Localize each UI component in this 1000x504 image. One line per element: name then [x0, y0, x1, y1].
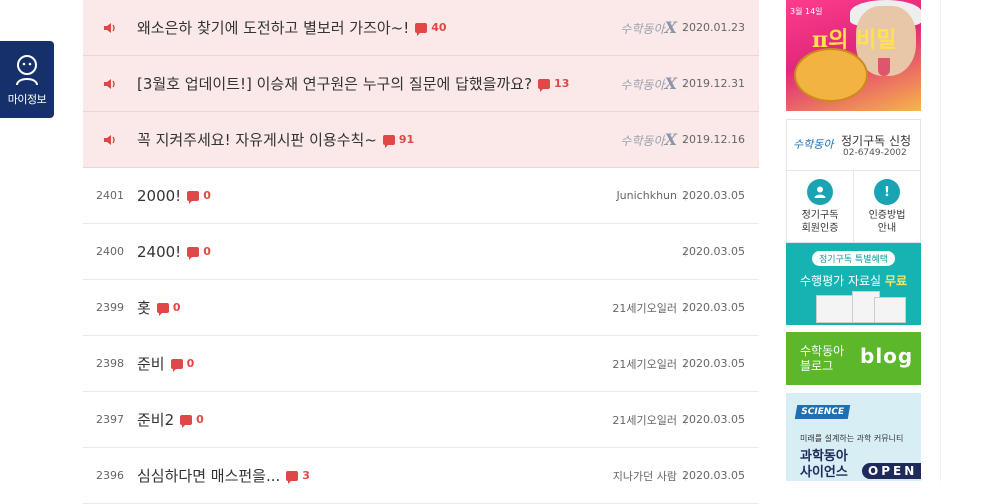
post-author: 21세기오일러 [612, 413, 677, 427]
magazine-logo: 수학동아X [620, 130, 677, 149]
comment-count: 0 [187, 245, 211, 260]
post-title[interactable]: 2000! [137, 187, 181, 205]
magazine-cover-banner[interactable]: 3월 14일 π의 비밀 [786, 0, 921, 111]
post-title[interactable]: 2400! [137, 243, 181, 261]
notice-row[interactable]: 왜소은하 찾기에 도전하고 별보러 가즈아~! 40 수학동아X 2020.01… [83, 0, 759, 56]
member-verify-button[interactable]: 정기구독 회원인증 [787, 171, 853, 243]
speaker-icon [83, 134, 137, 146]
cover-text: 3월 14일 [790, 7, 823, 16]
comment-icon [187, 190, 200, 204]
magazine-logo: 수학동아X [620, 18, 677, 37]
post-date: 2020.01.23 [682, 21, 745, 34]
comment-icon [180, 414, 193, 428]
speaker-icon [83, 22, 137, 34]
post-date: 2019.12.16 [682, 133, 745, 146]
magazine-logo: 수학동아X [620, 74, 677, 93]
notice-row[interactable]: 꼭 지켜주세요! 자유게시판 이용수칙~ 91 수학동아X 2019.12.16 [83, 112, 759, 168]
post-author: 지나가던 사람 [612, 469, 677, 483]
post-row[interactable]: 2397 준비2 0 21세기오일러 2020.03.05 [83, 392, 759, 448]
post-row[interactable]: 2396 심심하다면 매스펀을... 3 지나가던 사람 2020.03.05 [83, 448, 759, 504]
perk-title: 수행평가 자료실 무료 [799, 274, 907, 288]
post-date: 2020.03.05 [682, 245, 745, 258]
notice-title[interactable]: 왜소은하 찾기에 도전하고 별보러 가즈아~! [137, 17, 409, 38]
post-row[interactable]: 2401 2000! 0 Junichkhun 2020.03.05 [83, 168, 759, 224]
alert-icon: ! [874, 179, 900, 205]
post-row[interactable]: 2398 준비 0 21세기오일러 2020.03.05 [83, 336, 759, 392]
comment-count: 0 [156, 301, 180, 316]
post-number: 2397 [96, 413, 124, 426]
speaker-icon [83, 78, 137, 90]
post-number: 2400 [96, 245, 124, 258]
subscription-phone: 02-6749-2002 [843, 148, 907, 158]
post-title[interactable]: 준비 [137, 353, 165, 374]
comment-icon [156, 302, 169, 316]
open-label: OPEN [862, 463, 921, 479]
post-row[interactable]: 2400 2400! 0 2020.03.05 [83, 224, 759, 280]
comment-count: 91 [382, 133, 414, 148]
scrollbar-track [940, 0, 941, 481]
brand-logo: 수학동아 [793, 138, 834, 151]
comment-count: 0 [187, 189, 211, 204]
verify-guide-button[interactable]: ! 인증방법 안내 [853, 171, 920, 243]
board-list: 왜소은하 찾기에 도전하고 별보러 가즈아~! 40 수학동아X 2020.01… [83, 0, 759, 504]
comment-count: 40 [415, 21, 447, 36]
post-row[interactable]: 2399 홋 0 21세기오일러 2020.03.05 [83, 280, 759, 336]
pi-symbol: π의 비밀 [812, 27, 897, 53]
comment-icon [170, 358, 183, 372]
post-date: 2020.03.05 [682, 413, 745, 426]
post-author: Junichkhun [616, 189, 677, 202]
comment-count: 13 [538, 77, 569, 92]
my-info-button[interactable]: 마이정보 [0, 41, 54, 118]
user-icon [16, 55, 38, 86]
post-title[interactable]: 홋 [137, 297, 151, 318]
comment-count: 3 [286, 469, 310, 484]
subscription-box: 수학동아 정기구독 신청 02-6749-2002 정기구독 회원인증 ! 인증… [786, 119, 921, 243]
comment-count: 0 [170, 357, 194, 372]
comment-icon [415, 22, 428, 36]
blog-wordmark: blog [860, 344, 914, 368]
science-title-2: 사이언스 [800, 465, 848, 480]
comment-icon [538, 78, 551, 92]
comment-icon [286, 470, 299, 484]
perk-badge: 정기구독 특별혜택 [811, 251, 896, 266]
comment-icon [382, 134, 395, 148]
post-number: 2401 [96, 189, 124, 202]
notice-row[interactable]: [3월호 업데이트!] 이승재 연구원은 누구의 질문에 답했을까요? 13 수… [83, 56, 759, 112]
document-illustration [816, 291, 906, 323]
post-number: 2396 [96, 469, 124, 482]
post-date: 2020.03.05 [682, 189, 745, 202]
notice-title[interactable]: 꼭 지켜주세요! 자유게시판 이용수칙~ [137, 129, 377, 150]
post-number: 2398 [96, 357, 124, 370]
notice-title[interactable]: [3월호 업데이트!] 이승재 연구원은 누구의 질문에 답했을까요? [137, 73, 532, 94]
post-date: 2020.03.05 [682, 301, 745, 314]
science-subtitle: 미래를 설계하는 과학 커뮤니티 [800, 434, 904, 443]
science-community-banner[interactable]: SCIENCE 미래를 설계하는 과학 커뮤니티 과학동아 사이언스 OPEN [786, 393, 921, 481]
post-author: 21세기오일러 [612, 357, 677, 371]
post-date: 2020.03.05 [682, 357, 745, 370]
comment-count: 0 [180, 413, 204, 428]
post-author: 21세기오일러 [612, 301, 677, 315]
blog-label: 수학동아 블로그 [800, 344, 845, 373]
my-info-label: 마이정보 [7, 93, 47, 106]
post-date: 2020.03.05 [682, 469, 745, 482]
post-number: 2399 [96, 301, 124, 314]
science-badge: SCIENCE [794, 405, 851, 419]
post-title[interactable]: 준비2 [137, 409, 174, 430]
person-icon [807, 179, 833, 205]
subscription-title: 정기구독 신청 [841, 134, 912, 148]
post-date: 2019.12.31 [682, 77, 745, 90]
post-title[interactable]: 심심하다면 매스펀을... [137, 465, 280, 486]
subscriber-perk-banner[interactable]: 정기구독 특별혜택 수행평가 자료실 무료 [786, 243, 921, 325]
blog-banner[interactable]: 수학동아 블로그 blog [786, 332, 921, 385]
subscription-header[interactable]: 수학동아 정기구독 신청 02-6749-2002 [787, 120, 920, 171]
comment-icon [187, 246, 200, 260]
